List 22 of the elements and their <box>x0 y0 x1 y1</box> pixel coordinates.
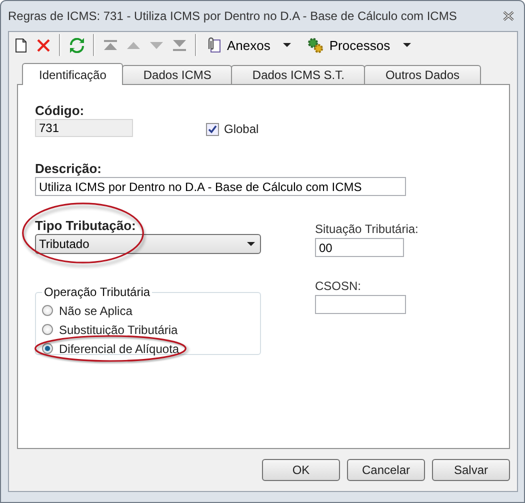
tab[interactable]: Dados ICMS <box>122 65 232 84</box>
processes-menu-button[interactable]: Processos <box>303 33 422 57</box>
group-title: Operação Tributária <box>43 285 152 299</box>
field-label: Situação Tributária: <box>315 222 418 236</box>
window-title: Regras de ICMS: 731 - Utiliza ICMS por Dentro no D.A - Base de Cálculo com ICMS <box>8 9 457 23</box>
radio-option[interactable]: Substituição Tributária <box>42 320 178 339</box>
dialog-button[interactable]: OK <box>262 459 340 481</box>
tax-situation-field[interactable]: 00 <box>315 238 404 257</box>
tab[interactable]: Dados ICMS S.T. <box>231 65 366 84</box>
global-checkbox[interactable]: Global <box>206 122 259 136</box>
tab[interactable]: Identificação <box>22 63 124 85</box>
attachments-menu-button[interactable]: Anexos <box>202 33 302 57</box>
radio-option[interactable]: Não se Aplica <box>42 301 132 320</box>
description-field[interactable]: Utiliza ICMS por Dentro no D.A - Base de Cálculo com ICMS <box>35 177 406 196</box>
tab[interactable]: Outros Dados <box>364 65 480 84</box>
tax-type-dropdown[interactable]: Tributado <box>35 234 261 254</box>
field-label: Descrição: <box>35 161 102 176</box>
field-label: Código: <box>35 103 86 118</box>
dialog-button[interactable]: Cancelar <box>347 459 425 481</box>
field-label: Tipo Tributação: <box>35 218 137 233</box>
dialog-button[interactable]: Salvar <box>432 459 510 481</box>
field-label: CSOSN: <box>315 279 362 293</box>
